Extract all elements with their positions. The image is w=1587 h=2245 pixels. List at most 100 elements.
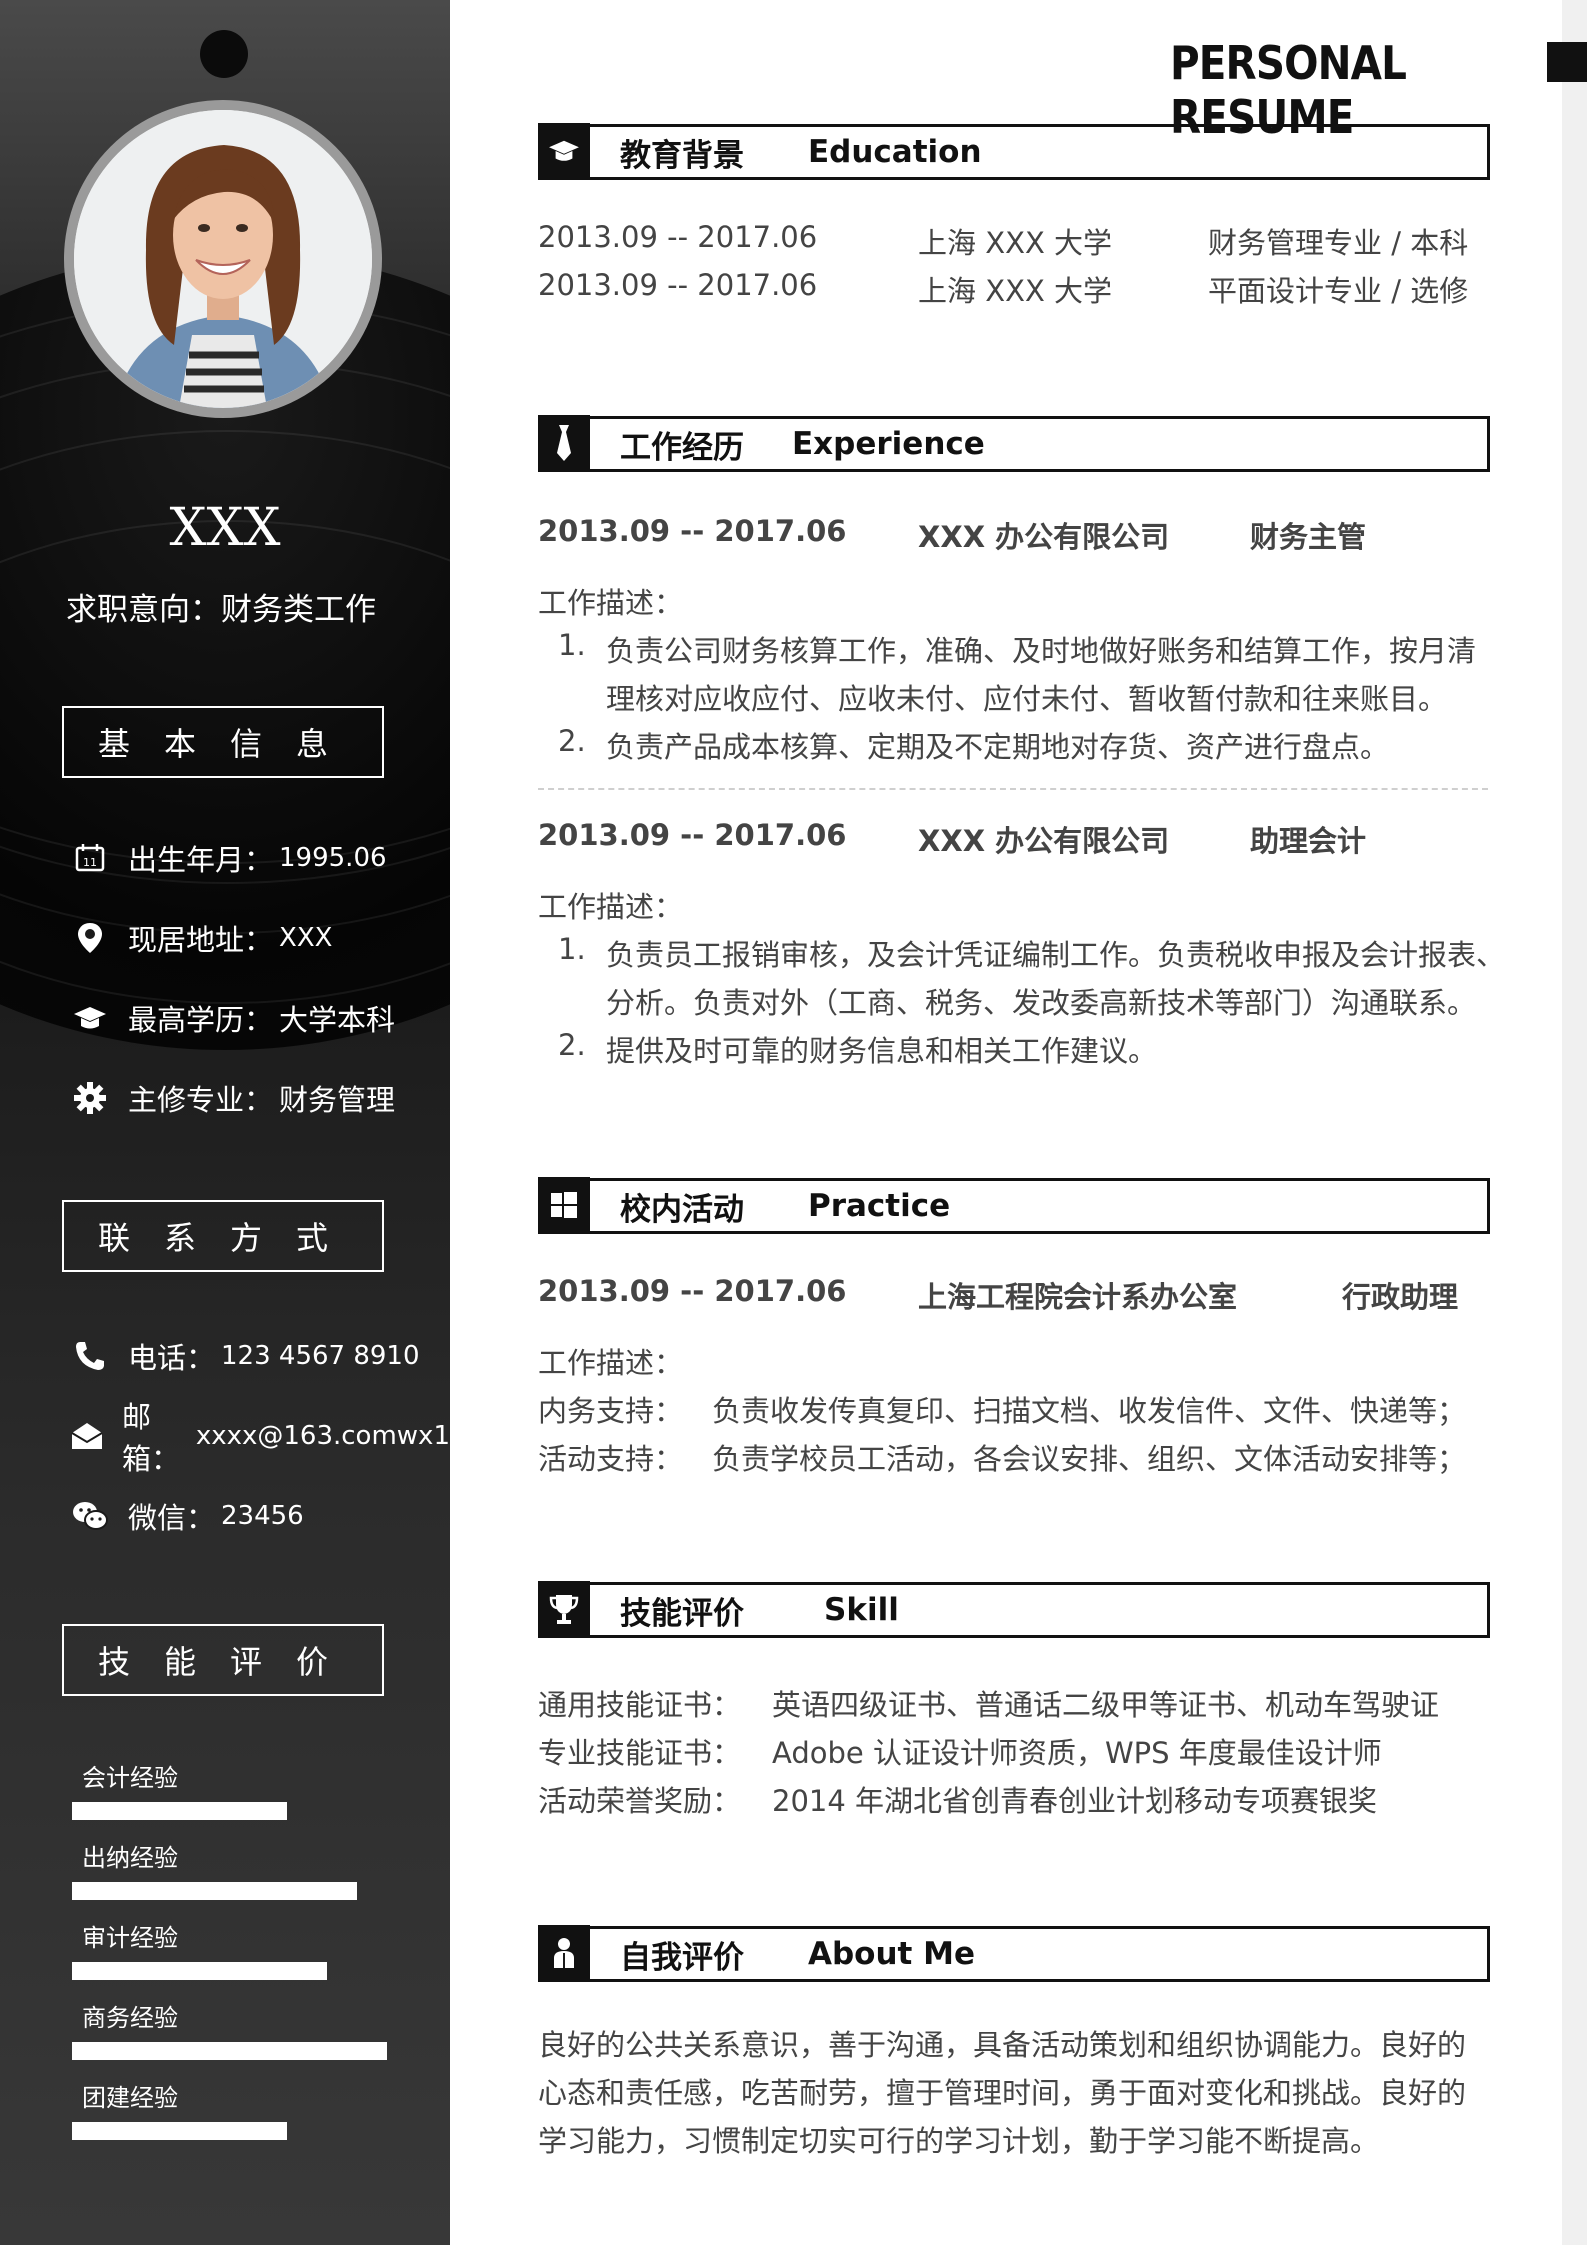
email-label: 邮箱：: [122, 1400, 181, 1476]
job-divider: [538, 788, 1488, 790]
education-section-header: 教育背景 Education: [538, 122, 1490, 180]
list-number: 2.: [558, 724, 586, 758]
heading-char: 系: [164, 1219, 197, 1257]
graduation-cap-icon: [70, 998, 110, 1038]
job-role: 助理会计: [1250, 824, 1367, 858]
heading-char: 价: [296, 1643, 329, 1681]
mail-icon: [70, 1416, 104, 1456]
birth-label: 出生年月：: [128, 843, 274, 877]
section-title-cn: 教育背景: [620, 137, 744, 174]
address-label: 现居地址：: [128, 923, 274, 957]
calendar-icon: 11: [70, 838, 110, 878]
job-duty-line: 分析。负责对外（工商、税务、发改委高新技术等部门）沟通联系。: [606, 986, 1477, 1020]
skill-bar: [72, 1962, 327, 1980]
job-intent: 求职意向：财务类工作: [66, 592, 376, 628]
practice-section-header: 校内活动 Practice: [538, 1176, 1490, 1234]
about-line: 学习能力，习惯制定切实可行的学习计划，勤于学习能不断提高。: [538, 2124, 1380, 2158]
wechat-value: 23456: [221, 1501, 304, 1531]
major-row: 主修专业： 财务管理: [70, 1078, 395, 1118]
email-value[interactable]: xxxx@163.comwx1: [196, 1421, 450, 1451]
edu-major: 财务管理专业 / 本科: [1208, 226, 1469, 260]
edu-school: 上海 XXX 大学: [918, 226, 1113, 260]
section-title-cn: 技能评价: [620, 1595, 744, 1632]
job-company: XXX 办公有限公司: [918, 520, 1170, 554]
skill-bar: [72, 2042, 387, 2060]
practice-item-text: 负责收发传真复印、扫描文档、收发信件、文件、快递等；: [712, 1394, 1467, 1428]
section-title-cn: 校内活动: [620, 1191, 744, 1228]
practice-org: 上海工程院会计系办公室: [918, 1280, 1238, 1314]
about-line: 心态和责任感，吃苦耐劳，擅于管理时间，勇于面对变化和挑战。良好的: [538, 2076, 1467, 2110]
tag-hole: [200, 30, 248, 78]
skill-label: 团建经验: [82, 2084, 178, 2112]
address-value: XXX: [279, 923, 333, 953]
page-edge: [1562, 0, 1587, 2245]
major-value: 财务管理: [279, 1083, 396, 1117]
job-desc-label: 工作描述：: [538, 586, 684, 620]
major-label: 主修专业：: [128, 1083, 274, 1117]
section-title-en: Skill: [824, 1592, 899, 1628]
phone-value[interactable]: 123 4567 8910: [221, 1341, 420, 1371]
practice-item-label: 内务支持：: [538, 1394, 684, 1428]
wechat-row: 微信： 23456: [70, 1496, 304, 1536]
profile-name: XXX: [169, 498, 281, 558]
practice-item-text: 负责学校员工活动，各会议安排、组织、文体活动安排等；: [712, 1442, 1467, 1476]
edu-major: 平面设计专业 / 选修: [1208, 274, 1469, 308]
svg-text:11: 11: [83, 856, 97, 869]
wechat-label: 微信：: [128, 1501, 216, 1535]
skill-item-text: Adobe 认证设计师资质，WPS 年度最佳设计师: [772, 1736, 1382, 1770]
birth-row: 11 出生年月： 1995.06: [70, 838, 387, 878]
skill-item-text: 英语四级证书、普通话二级甲等证书、机动车驾驶证: [772, 1688, 1440, 1722]
about-section-header: 自我评价 About Me: [538, 1924, 1490, 1982]
job-duty-line: 提供及时可靠的财务信息和相关工作建议。: [606, 1034, 1158, 1068]
wechat-icon: [70, 1496, 110, 1536]
heading-char: 信: [230, 725, 263, 763]
skill-label: 审计经验: [82, 1924, 178, 1952]
basic-info-heading: 基本信息: [62, 706, 384, 778]
graduation-cap-icon: [538, 122, 590, 179]
experience-section-header: 工作经历 Experience: [538, 414, 1490, 472]
job-desc-label: 工作描述：: [538, 890, 684, 924]
job-role: 财务主管: [1250, 520, 1367, 554]
education-row: 最高学历： 大学本科: [70, 998, 395, 1038]
phone-row: 电话： 123 4567 8910: [70, 1336, 420, 1376]
section-title-en: Experience: [792, 426, 985, 462]
practice-desc-label: 工作描述：: [538, 1346, 684, 1380]
skill-item-text: 2014 年湖北省创青春创业计划移动专项赛银奖: [772, 1784, 1378, 1818]
skills-heading: 技能评价: [62, 1624, 384, 1696]
list-number: 2.: [558, 1028, 586, 1062]
address-row: 现居地址： XXX: [70, 918, 332, 958]
section-title-cn: 工作经历: [620, 429, 744, 466]
skill-bar: [72, 1882, 357, 1900]
sidebar: XXX 求职意向：财务类工作 基本信息 11 出生年月： 1995.06 现居地…: [0, 0, 450, 2245]
job-duty-line: 负责产品成本核算、定期及不定期地对存货、资产进行盘点。: [606, 730, 1390, 764]
education-label: 最高学历：: [128, 1003, 274, 1037]
skill-label: 出纳经验: [82, 1844, 178, 1872]
heading-char: 基: [98, 725, 131, 763]
job-company: XXX 办公有限公司: [918, 824, 1170, 858]
job-date: 2013.09 -- 2017.06: [538, 818, 847, 852]
birth-value: 1995.06: [279, 843, 387, 873]
skill-bar: [72, 2122, 287, 2140]
skill-label: 商务经验: [82, 2004, 178, 2032]
tie-icon: [538, 414, 590, 471]
heading-char: 式: [296, 1219, 329, 1257]
heading-char: 息: [296, 725, 329, 763]
section-title-cn: 自我评价: [620, 1939, 744, 1976]
email-row: 邮箱： xxxx@163.comwx1: [70, 1400, 450, 1476]
job-date: 2013.09 -- 2017.06: [538, 514, 847, 548]
section-title-en: About Me: [808, 1936, 976, 1972]
heading-char: 技: [98, 1643, 131, 1681]
skill-bar: [72, 1802, 287, 1820]
phone-icon: [70, 1336, 110, 1376]
skill-section-header: 技能评价 Skill: [538, 1580, 1490, 1638]
location-pin-icon: [70, 918, 110, 958]
edu-school: 上海 XXX 大学: [918, 274, 1113, 308]
skill-label: 会计经验: [82, 1764, 178, 1792]
heading-char: 方: [230, 1219, 263, 1257]
job-duty-line: 负责员工报销审核，及会计凭证编制工作。负责税收申报及会计报表、: [606, 938, 1506, 972]
section-title-en: Education: [808, 134, 982, 170]
practice-date: 2013.09 -- 2017.06: [538, 1274, 847, 1308]
trophy-icon: [538, 1580, 590, 1637]
job-duty-line: 负责公司财务核算工作，准确、及时地做好账务和结算工作，按月清: [606, 634, 1477, 668]
contact-heading: 联系方式: [62, 1200, 384, 1272]
